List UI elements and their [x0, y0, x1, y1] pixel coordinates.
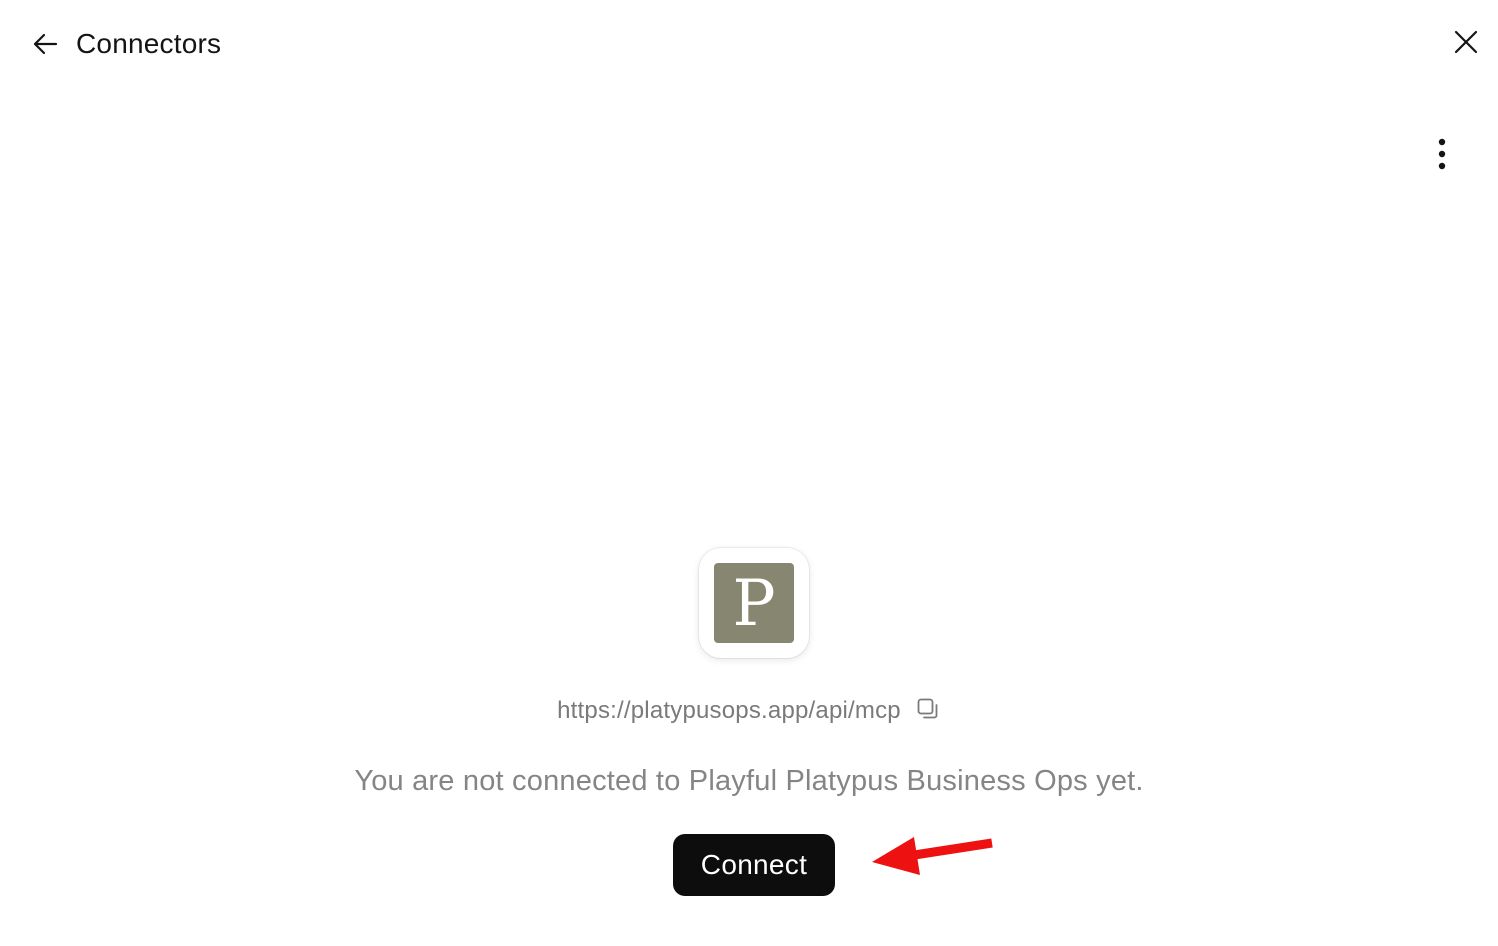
connector-content: P https://platypusops.app/api/mcp You ar…	[0, 548, 1498, 898]
header: Connectors	[0, 0, 1498, 90]
annotation-arrow	[872, 837, 993, 875]
connect-button[interactable]: Connect	[673, 834, 835, 896]
connect-row: Connect	[0, 834, 1498, 898]
back-button[interactable]: Connectors	[30, 26, 221, 62]
more-options-button[interactable]	[1424, 136, 1460, 176]
close-button[interactable]	[1448, 26, 1484, 62]
connection-status-message: You are not connected to Playful Platypu…	[354, 765, 1144, 797]
more-vertical-icon	[1437, 137, 1447, 176]
connector-url-row: https://platypusops.app/api/mcp	[557, 696, 941, 726]
close-icon	[1453, 29, 1479, 60]
connector-logo-letter: P	[732, 567, 776, 641]
connector-logo: P	[699, 548, 809, 658]
copy-url-button[interactable]	[915, 698, 941, 724]
arrow-left-icon	[30, 29, 60, 59]
connector-url: https://platypusops.app/api/mcp	[557, 697, 901, 724]
connector-detail-page: Connectors P https://platypusops.app/api…	[0, 0, 1498, 946]
copy-icon	[916, 697, 940, 726]
page-title: Connectors	[76, 28, 222, 59]
connector-logo-tile: P	[714, 563, 794, 643]
